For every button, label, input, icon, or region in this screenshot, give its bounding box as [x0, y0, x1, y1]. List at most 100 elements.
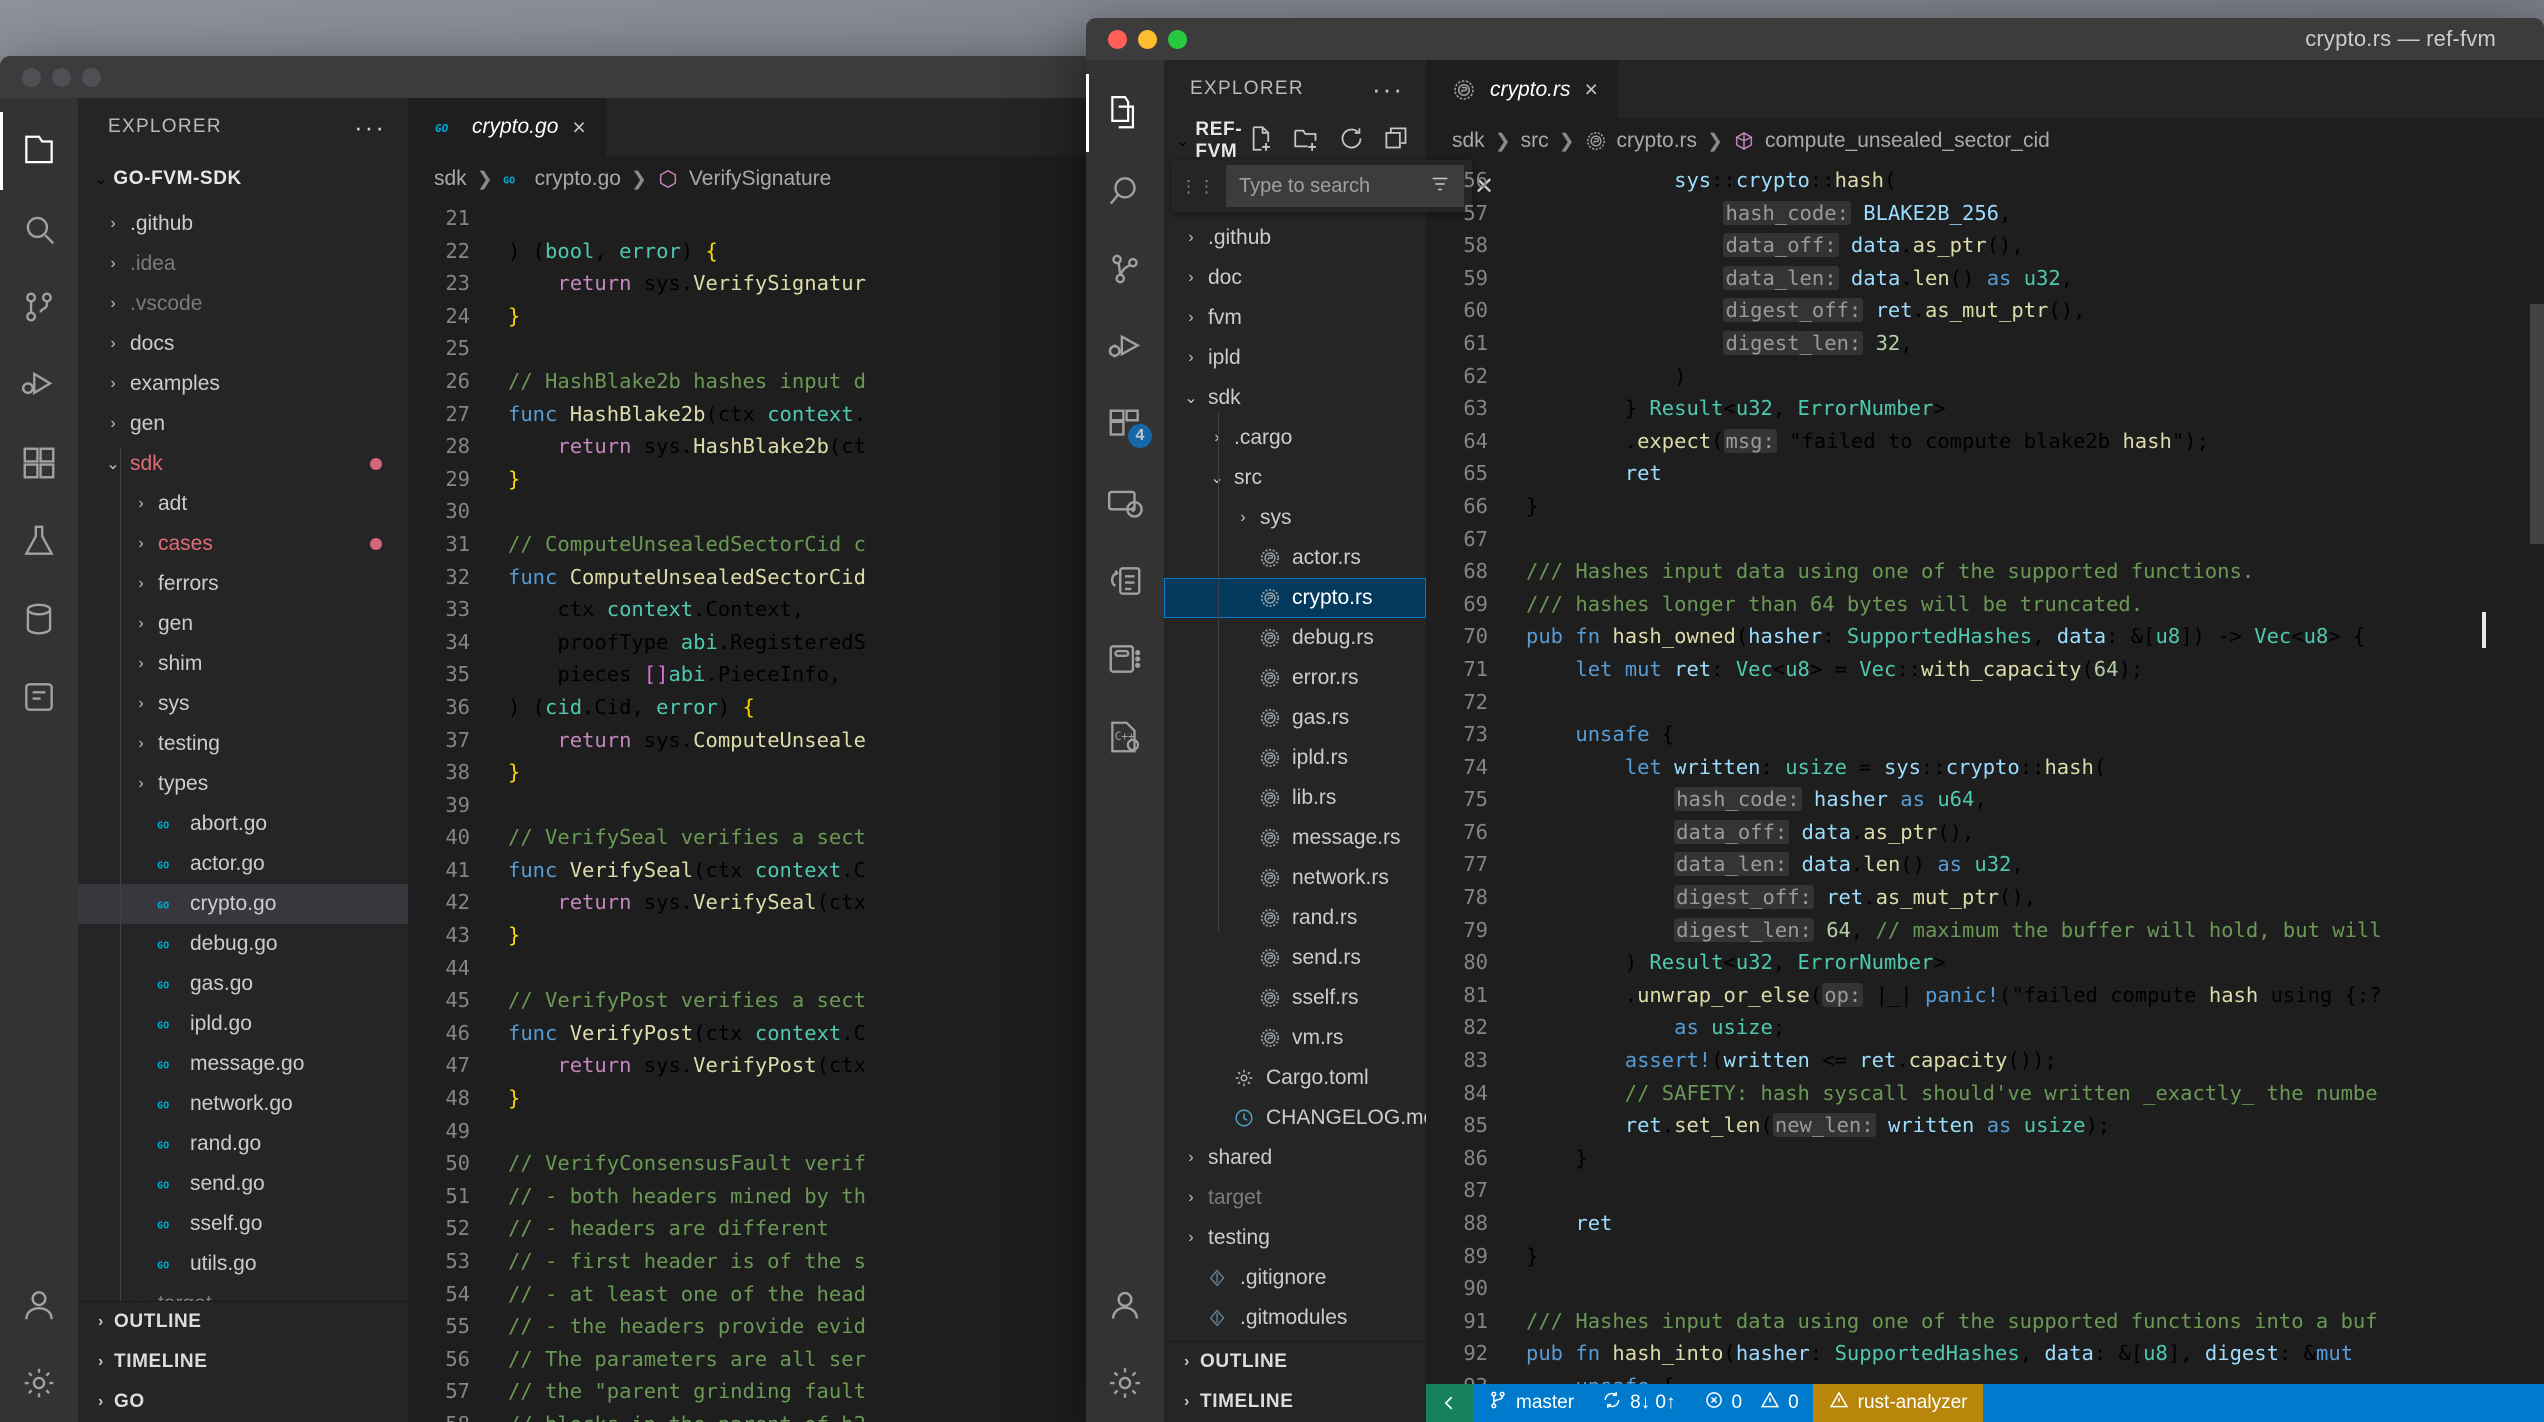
code-line[interactable]: 32 func ComputeUnsealedSectorCid: [408, 561, 1110, 594]
foreground-vscode-window[interactable]: crypto.rs — ref-fvm 4 C++ EXPLORER ··· ⌄…: [1086, 18, 2544, 1422]
tree-item-shim[interactable]: › shim: [78, 644, 408, 684]
chevron-right-icon[interactable]: ›: [88, 1353, 114, 1371]
code-line[interactable]: 79 digest_len: 64, // maximum the buffer…: [1426, 914, 2544, 947]
chevron-right-icon[interactable]: ›: [88, 1393, 114, 1411]
breadcrumb-item-sdk[interactable]: sdk: [1452, 129, 1485, 153]
tree-item-actor-go[interactable]: GO actor.go: [78, 844, 408, 884]
sidebar-item-test-explorer[interactable]: [1086, 542, 1164, 620]
tree-item-sself-go[interactable]: GO sself.go: [78, 1204, 408, 1244]
code-line[interactable]: 43}: [408, 919, 1110, 952]
code-line[interactable]: 40 // VerifySeal verifies a sect: [408, 821, 1110, 854]
code-line[interactable]: 30: [408, 495, 1110, 528]
chevron-right-icon[interactable]: ›: [100, 415, 126, 433]
tree-item-ipld-rs[interactable]: ipld.rs: [1164, 738, 1426, 778]
front-tabs-bar[interactable]: crypto.rs ×: [1426, 60, 2544, 118]
code-line[interactable]: 22) (bool, error) {: [408, 235, 1110, 268]
sidebar-item-database[interactable]: [0, 580, 78, 658]
account-icon[interactable]: [1086, 1266, 1164, 1344]
back-root-folder-row[interactable]: ⌄ GO-FVM-SDK: [78, 156, 408, 202]
tree-item-sself-rs[interactable]: sself.rs: [1164, 978, 1426, 1018]
code-line[interactable]: 92 pub fn hash_into(hasher: SupportedHash…: [1426, 1337, 2544, 1370]
code-line[interactable]: 53 // - first header is of the s: [408, 1245, 1110, 1278]
code-line[interactable]: 36) (cid.Cid, error) {: [408, 691, 1110, 724]
code-line[interactable]: 50 // VerifyConsensusFault verif: [408, 1147, 1110, 1180]
chevron-down-icon[interactable]: ⌄: [94, 169, 107, 189]
tree-item-target[interactable]: ›target: [1164, 1178, 1426, 1218]
chevron-down-icon[interactable]: ⌄: [100, 454, 126, 474]
tree-item-fvm[interactable]: › fvm: [1164, 298, 1426, 338]
sidebar-item-search[interactable]: [1086, 152, 1164, 230]
tree-item-crypto-go[interactable]: GO crypto.go: [78, 884, 408, 924]
code-line[interactable]: 86 }: [1426, 1142, 2544, 1175]
tree-item-gas-rs[interactable]: gas.rs: [1164, 698, 1426, 738]
tree-item-network-rs[interactable]: network.rs: [1164, 858, 1426, 898]
new-folder-icon[interactable]: [1293, 125, 1320, 157]
code-line[interactable]: 91 /// Hashes input data using one of the…: [1426, 1305, 2544, 1338]
tree-item-debug-go[interactable]: GO debug.go: [78, 924, 408, 964]
back-code-area[interactable]: 21 22) (bool, error) {23 return sys.Verif…: [408, 202, 1110, 1422]
front-root-folder-row[interactable]: ⌄ REF-FVM: [1164, 118, 1426, 164]
code-line[interactable]: 58// blocks in the parent of h2: [408, 1408, 1110, 1422]
code-line[interactable]: 21: [408, 202, 1110, 235]
code-line[interactable]: 57 hash_code: BLAKE2B_256,: [1426, 197, 2544, 230]
sidebar-item-run-debug[interactable]: [1086, 308, 1164, 386]
back-activity-bar[interactable]: .github: [0, 98, 78, 1422]
status-sync[interactable]: 8↓ 0↑: [1588, 1384, 1689, 1422]
sidebar-item-source-control[interactable]: [1086, 230, 1164, 308]
code-line[interactable]: 44: [408, 952, 1110, 985]
tree-item-sys[interactable]: › sys: [1164, 498, 1426, 538]
panel-outline[interactable]: › OUTLINE: [78, 1302, 408, 1342]
code-line[interactable]: 70 pub fn hash_owned(hasher: SupportedHas…: [1426, 620, 2544, 653]
tree-item-actor-rs[interactable]: actor.rs: [1164, 538, 1426, 578]
code-line[interactable]: 55 // - the headers provide evid: [408, 1310, 1110, 1343]
back-explorer-sidebar[interactable]: EXPLORER ··· ⌄ GO-FVM-SDK › .github › .idea…: [78, 98, 408, 1422]
zoom-button[interactable]: [82, 67, 101, 87]
close-button[interactable]: [22, 67, 41, 87]
sidebar-item-search[interactable]: [0, 190, 78, 268]
tree-item-send-go[interactable]: GO send.go: [78, 1164, 408, 1204]
tree-item-gas-go[interactable]: GO gas.go: [78, 964, 408, 1004]
breadcrumb-item-1[interactable]: crypto.go: [535, 167, 621, 191]
tree-item-vm-rs[interactable]: vm.rs: [1164, 1018, 1426, 1058]
tree-item--github[interactable]: › .github: [1164, 218, 1426, 258]
sidebar-item-explorer[interactable]: [0, 112, 78, 190]
front-code-area[interactable]: 56 sys::crypto::hash(57 hash_code: BLAKE…: [1426, 164, 2544, 1384]
code-line[interactable]: 42 return sys.VerifySeal(ctx: [408, 886, 1110, 919]
code-line[interactable]: 82 as usize;: [1426, 1011, 2544, 1044]
code-line[interactable]: 47 return sys.VerifyPost(ctx: [408, 1049, 1110, 1082]
tree-item-shared[interactable]: › shared: [1164, 1138, 1426, 1178]
code-line[interactable]: 34 proofType abi.RegisteredS: [408, 626, 1110, 659]
chevron-right-icon[interactable]: ›: [100, 335, 126, 353]
tree-item-testing[interactable]: › testing: [78, 724, 408, 764]
code-line[interactable]: 71 let mut ret: Vec<u8> = Vec::with_capa…: [1426, 653, 2544, 686]
chevron-right-icon[interactable]: ›: [100, 215, 126, 233]
tree-item-sdk[interactable]: ⌄ sdk: [78, 444, 408, 484]
chevron-right-icon[interactable]: ›: [128, 655, 154, 673]
code-line[interactable]: 39: [408, 789, 1110, 822]
front-breadcrumb[interactable]: sdk ❯ src ❯ crypto.rs ❯ compute_unsealed…: [1426, 118, 2544, 164]
code-line[interactable]: 76 data_off: data.as_ptr(),: [1426, 816, 2544, 849]
tree-item--idea[interactable]: › .idea: [78, 244, 408, 284]
sidebar-item-cpp-config[interactable]: C++: [1086, 698, 1164, 776]
tab-crypto-go[interactable]: GO crypto.go ×: [408, 98, 607, 156]
chevron-right-icon[interactable]: ›: [1178, 1229, 1204, 1247]
front-explorer-sidebar[interactable]: EXPLORER ··· ⌄ REF-FVM ⋮⋮ Type to search: [1164, 60, 1494, 1422]
chevron-right-icon[interactable]: ›: [100, 375, 126, 393]
tree-item-abort-go[interactable]: GO abort.go: [78, 804, 408, 844]
manage-settings-icon[interactable]: [0, 1344, 78, 1422]
code-line[interactable]: 81 .unwrap_or_else(op: |_| panic!("faile…: [1426, 979, 2544, 1012]
code-line[interactable]: 78 digest_off: ret.as_mut_ptr(),: [1426, 881, 2544, 914]
front-sidebar-footer[interactable]: › OUTLINE › TIMELINE: [1164, 1341, 1426, 1422]
tree-item-cargo-toml[interactable]: Cargo.toml: [1164, 1058, 1426, 1098]
chevron-right-icon[interactable]: ›: [1178, 1149, 1204, 1167]
tree-item-message-rs[interactable]: message.rs: [1164, 818, 1426, 858]
code-line[interactable]: 60 digest_off: ret.as_mut_ptr(),: [1426, 294, 2544, 327]
tree-item-adt[interactable]: › adt: [78, 484, 408, 524]
chevron-right-icon[interactable]: ›: [1178, 269, 1204, 287]
code-line[interactable]: 66}: [1426, 490, 2544, 523]
tab-crypto-rs[interactable]: crypto.rs ×: [1426, 60, 1619, 118]
code-line[interactable]: 31 // ComputeUnsealedSectorCid c: [408, 528, 1110, 561]
code-line[interactable]: 26 // HashBlake2b hashes input d: [408, 365, 1110, 398]
tree-item-gen[interactable]: › gen: [78, 404, 408, 444]
sidebar-item-explorer[interactable]: [1086, 74, 1164, 152]
